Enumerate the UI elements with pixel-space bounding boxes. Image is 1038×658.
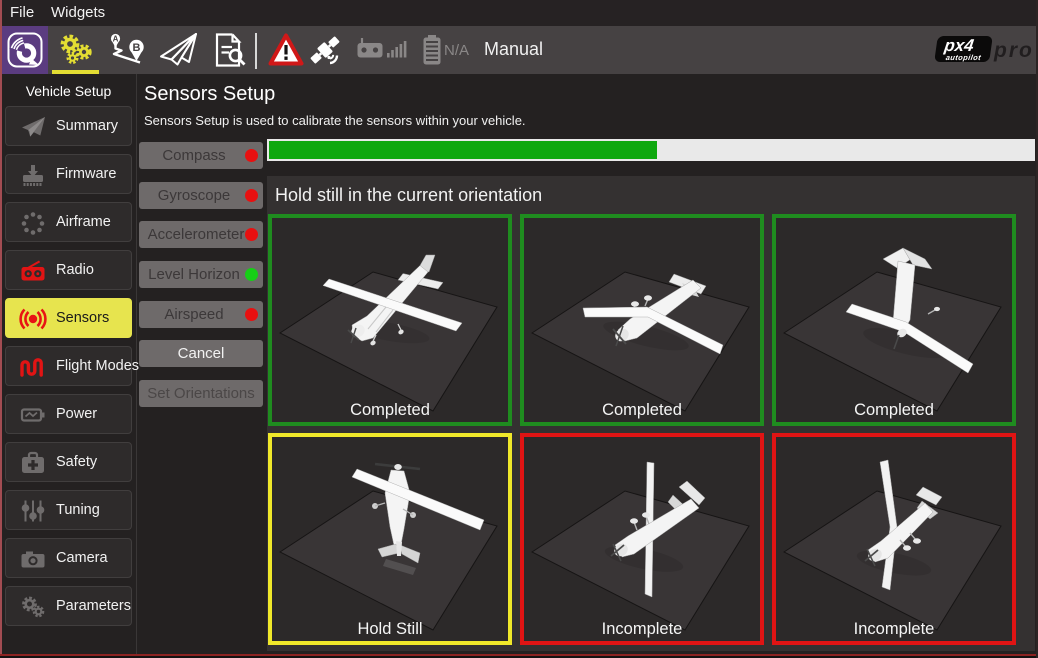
svg-text:A: A: [113, 35, 119, 44]
svg-text:B: B: [133, 42, 141, 54]
